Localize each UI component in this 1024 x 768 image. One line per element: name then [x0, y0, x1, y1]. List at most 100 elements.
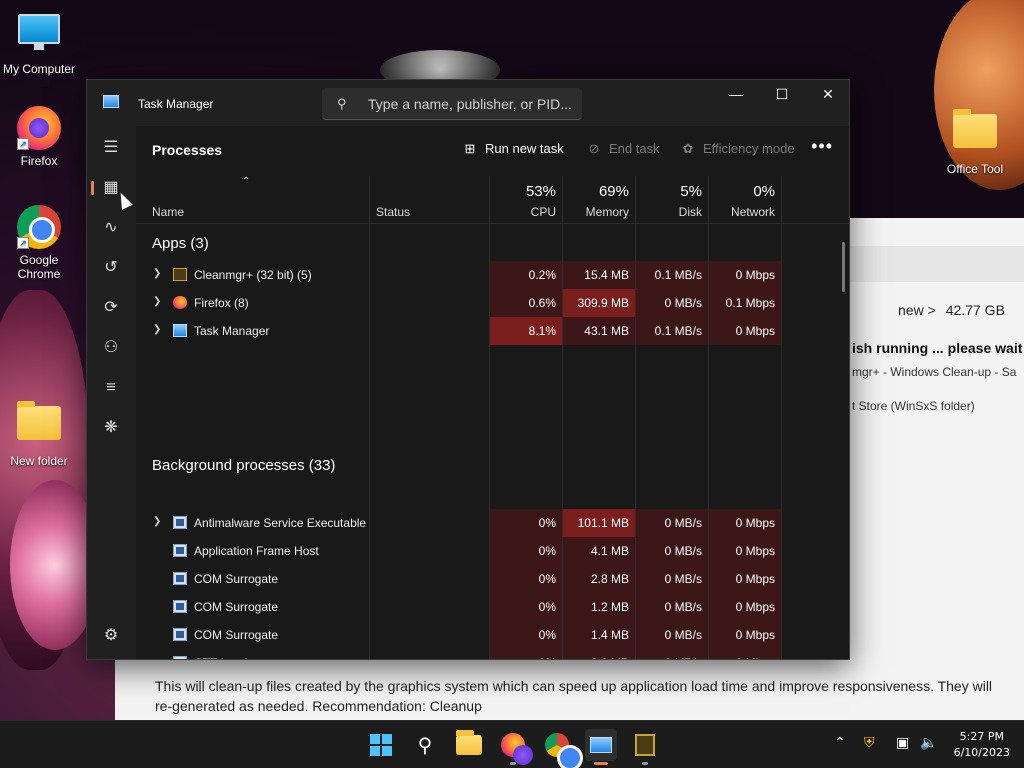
- process-memory: 2.6 MB: [563, 649, 635, 659]
- process-cpu: 0%: [490, 509, 562, 537]
- process-network: 0 Mbps: [709, 621, 781, 649]
- clock[interactable]: 5:27 PM 6/10/2023: [954, 729, 1010, 761]
- column-cpu[interactable]: 53% CPU: [490, 176, 562, 224]
- column-memory[interactable]: 69% Memory: [563, 176, 635, 224]
- settings-gear-icon[interactable]: ⚙: [95, 620, 127, 652]
- process-row[interactable]: COM Surrogate 0% 1.2 MB 0 MB/s 0 Mbps: [136, 593, 849, 621]
- process-disk: 0 MB/s: [636, 509, 708, 537]
- process-disk: 0 MB/s: [636, 649, 708, 659]
- process-row[interactable]: Application Frame Host 0% 4.1 MB 0 MB/s 0 Mb…: [136, 537, 849, 565]
- process-disk: 0 MB/s: [636, 565, 708, 593]
- desktop-icon-office-tool[interactable]: Office Tool: [936, 108, 1014, 176]
- process-cpu: 0%: [490, 649, 562, 659]
- run-task-icon: ⊞: [464, 141, 476, 156]
- process-icon: [173, 628, 187, 641]
- process-memory: 1.2 MB: [563, 593, 635, 621]
- expand-chevron-icon[interactable]: ❯: [153, 268, 161, 279]
- network-icon[interactable]: ▣: [896, 735, 909, 751]
- group-header-apps[interactable]: Apps (3): [152, 235, 209, 252]
- task-manager-icon: [590, 737, 612, 753]
- process-memory: 15.4 MB: [563, 261, 635, 289]
- process-cpu: 8.1%: [490, 317, 562, 345]
- cleanmgr-taskbar-button[interactable]: [629, 729, 661, 765]
- nav-performance-icon[interactable]: ∿: [95, 212, 127, 244]
- process-row[interactable]: ❯ Antimalware Service Executable 0% 101.1 M…: [136, 509, 849, 537]
- process-disk: 0 MB/s: [636, 537, 708, 565]
- file-explorer-button[interactable]: [453, 729, 485, 761]
- more-options-icon[interactable]: •••: [811, 136, 833, 157]
- nav-details-icon[interactable]: ≡: [95, 372, 127, 404]
- desktop-icon-my-computer[interactable]: My Computer: [0, 10, 78, 76]
- nav-app-history-icon[interactable]: ↺: [95, 252, 127, 284]
- process-network: 0 Mbps: [709, 593, 781, 621]
- process-row[interactable]: ❯ Task Manager 8.1% 43.1 MB 0.1 MB/s 0 Mbps: [136, 317, 849, 345]
- efficiency-mode-label: Efficiency mode: [703, 141, 795, 156]
- process-name: Task Manager: [194, 324, 270, 338]
- scrollbar[interactable]: [842, 242, 845, 292]
- task-manager-window: Task Manager ⚲ — ☐ ✕ ☰ ▦ ∿ ↺ ⟳ ⚇ ≡ ❋ ⚙ P…: [86, 79, 850, 660]
- processes-pane: Processes ⊞ Run new task ⊘ End task ✿ Effic…: [136, 126, 849, 659]
- process-cpu: 0%: [490, 593, 562, 621]
- start-button[interactable]: [365, 729, 397, 761]
- efficiency-mode-button[interactable]: ✿ Efficiency mode: [679, 141, 795, 157]
- process-icon: [173, 572, 187, 585]
- folder-icon: [456, 730, 482, 755]
- column-name[interactable]: Name: [136, 176, 369, 224]
- process-network: 0 Mbps: [709, 317, 781, 345]
- process-name: COM Surrogate: [194, 600, 279, 614]
- security-shield-icon[interactable]: ⛨: [864, 735, 875, 751]
- search-icon[interactable]: ⚲: [409, 729, 441, 761]
- nav-services-icon[interactable]: ❋: [95, 412, 127, 444]
- firefox-icon: [501, 733, 533, 765]
- chrome-taskbar-button[interactable]: [541, 729, 583, 768]
- windows-logo-icon: [370, 734, 392, 756]
- clock-time: 5:27 PM: [959, 730, 1004, 743]
- column-disk-label: Disk: [678, 205, 702, 219]
- process-row[interactable]: COM Surrogate 0% 1.4 MB 0 MB/s 0 Mbps: [136, 621, 849, 649]
- group-header-background[interactable]: Background processes (33): [152, 457, 335, 474]
- process-cpu: 0%: [490, 537, 562, 565]
- volume-icon[interactable]: 🔈: [920, 735, 937, 751]
- desktop-icon-label: Google Chrome: [17, 253, 61, 281]
- minimize-button[interactable]: —: [713, 80, 759, 110]
- column-network[interactable]: 0% Network: [709, 176, 781, 224]
- cleanup-header-bar: [850, 246, 1024, 282]
- column-disk[interactable]: 5% Disk: [636, 176, 708, 224]
- nav-startup-apps-icon[interactable]: ⟳: [95, 292, 127, 324]
- close-button[interactable]: ✕: [805, 80, 851, 110]
- process-cpu: 0.6%: [490, 289, 562, 317]
- desktop-icon-chrome[interactable]: ↗ Google Chrome: [0, 205, 78, 281]
- memory-percent: 69%: [598, 183, 629, 200]
- page-title: Processes: [152, 142, 223, 158]
- show-hidden-icons-chevron-icon[interactable]: ⌃: [834, 735, 846, 751]
- maximize-button[interactable]: ☐: [759, 80, 805, 110]
- desktop-icon-new-folder[interactable]: New folder: [0, 400, 78, 468]
- process-cpu: 0%: [490, 621, 562, 649]
- search-input[interactable]: [368, 94, 573, 114]
- search-box[interactable]: ⚲: [322, 88, 582, 120]
- desktop-icon-firefox[interactable]: ↗ Firefox: [0, 106, 78, 168]
- task-manager-taskbar-button[interactable]: [585, 729, 617, 765]
- expand-chevron-icon[interactable]: ❯: [153, 516, 161, 527]
- nav-users-icon[interactable]: ⚇: [95, 332, 127, 364]
- process-name: Firefox (8): [194, 296, 249, 310]
- hamburger-menu-icon[interactable]: ☰: [95, 132, 127, 164]
- process-memory: 4.1 MB: [563, 537, 635, 565]
- process-disk: 0 MB/s: [636, 621, 708, 649]
- process-memory: 2.8 MB: [563, 565, 635, 593]
- expand-chevron-icon[interactable]: ❯: [153, 296, 161, 307]
- process-row[interactable]: ❯ Cleanmgr+ (32 bit) (5) 0.2% 15.4 MB 0.1 MB…: [136, 261, 849, 289]
- run-new-task-button[interactable]: ⊞ Run new task: [461, 141, 564, 157]
- process-row[interactable]: COM Surrogate 0% 2.8 MB 0 MB/s 0 Mbps: [136, 565, 849, 593]
- firefox-taskbar-button[interactable]: [497, 729, 533, 765]
- process-row[interactable]: CTF Loader 0%2.6 MB0 MB/s0 Mbps: [136, 649, 849, 659]
- process-memory: 101.1 MB: [563, 509, 635, 537]
- firefox-icon: [173, 296, 187, 309]
- network-percent: 0%: [753, 183, 775, 200]
- process-row[interactable]: ❯ Firefox (8) 0.6% 309.9 MB 0 MB/s 0.1 Mbps: [136, 289, 849, 317]
- title-bar[interactable]: Task Manager ⚲ — ☐ ✕: [87, 80, 849, 126]
- process-name: Cleanmgr+ (32 bit) (5): [194, 268, 312, 282]
- column-status[interactable]: Status: [370, 176, 489, 224]
- expand-chevron-icon[interactable]: ❯: [153, 324, 161, 335]
- end-task-button[interactable]: ⊘ End task: [585, 141, 660, 157]
